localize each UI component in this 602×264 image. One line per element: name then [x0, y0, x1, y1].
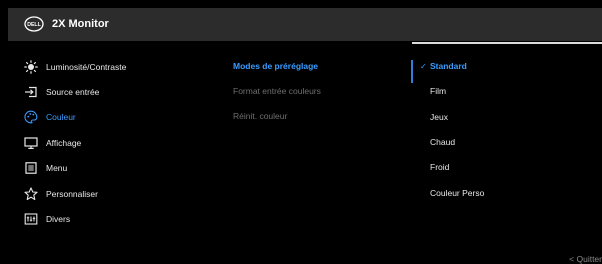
menu-item-label: Couleur: [46, 112, 76, 122]
input-source-icon: [24, 85, 38, 99]
menu-item-label: Divers: [46, 214, 71, 224]
menu-item-personalize[interactable]: Personnaliser: [24, 185, 224, 203]
option-cool[interactable]: Froid: [420, 162, 600, 178]
monitor-model-title: 2X Monitor: [52, 18, 109, 30]
color-palette-icon: [24, 110, 38, 124]
dell-logo-text: DELL: [27, 22, 41, 28]
others-icon: [24, 212, 38, 226]
menu-item-label: Source entrée: [46, 87, 100, 97]
option-movie[interactable]: Film: [420, 86, 600, 102]
menu-item-label: Menu: [46, 163, 68, 173]
option-label: Film: [430, 86, 447, 96]
osd-header: DELL 2X Monitor: [8, 8, 602, 41]
menu-item-brightness-contrast[interactable]: Luminosité/Contraste: [24, 58, 224, 76]
dell-logo: DELL: [24, 16, 44, 32]
options-top-divider: [412, 42, 602, 44]
option-label: Standard: [430, 61, 467, 71]
menu-item-others[interactable]: Divers: [24, 210, 224, 228]
star-icon: [24, 187, 38, 201]
checkmark-icon: ✓: [420, 62, 427, 71]
option-warm[interactable]: Chaud: [420, 137, 600, 153]
option-label: Jeux: [430, 112, 448, 122]
menu-item-label: Personnaliser: [46, 189, 98, 199]
menu-item-label: Luminosité/Contraste: [46, 62, 127, 72]
selection-indicator-bar: [411, 60, 413, 83]
menu-item-menu[interactable]: Menu: [24, 159, 224, 177]
menu-item-label: Affichage: [46, 138, 82, 148]
submenu-item-preset-modes[interactable]: Modes de préréglage: [233, 61, 318, 77]
submenu-item-reset-color[interactable]: Réinit. couleur: [233, 111, 287, 127]
option-game[interactable]: Jeux: [420, 112, 600, 128]
menu-icon: [24, 161, 38, 175]
option-label: Couleur Perso: [430, 188, 485, 198]
submenu-item-input-color-format[interactable]: Format entrée couleurs: [233, 86, 321, 102]
brightness-icon: [24, 60, 38, 74]
option-standard[interactable]: ✓ Standard: [420, 61, 590, 77]
option-label: Froid: [430, 162, 450, 172]
display-icon: [24, 136, 38, 150]
menu-item-input-source[interactable]: Source entrée: [24, 83, 224, 101]
option-custom-color[interactable]: Couleur Perso: [420, 188, 600, 204]
option-label: Chaud: [430, 137, 456, 147]
menu-item-color[interactable]: Couleur: [24, 108, 224, 126]
exit-button[interactable]: < Quitter: [569, 254, 602, 264]
menu-item-display[interactable]: Affichage: [24, 134, 224, 152]
monitor-osd: DELL 2X Monitor Luminosité/Contraste Sou…: [8, 8, 602, 256]
